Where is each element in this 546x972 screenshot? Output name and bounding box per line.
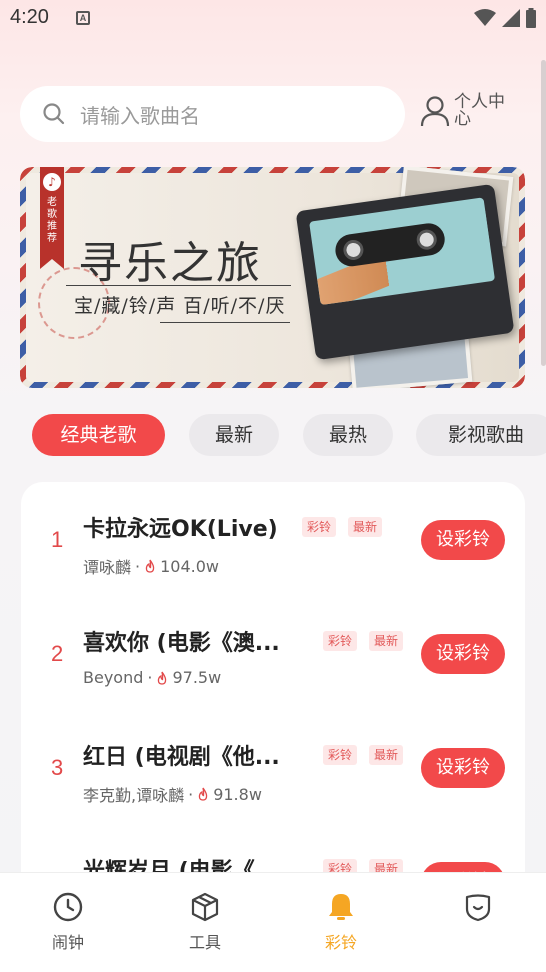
profile-button[interactable]: 个人中心 — [420, 94, 514, 128]
tab-classic-songs[interactable]: 经典老歌 — [32, 414, 165, 456]
status-icons — [474, 8, 536, 28]
set-ringtone-button[interactable]: 设彩铃 — [421, 634, 505, 674]
status-bar: 4:20 A — [0, 0, 546, 40]
ribbon-badge: ♪ 老歌推荐 — [40, 167, 64, 269]
song-meta: Beyond · 97.5w — [83, 668, 222, 687]
divider — [160, 322, 290, 323]
list-item[interactable]: 1 卡拉永远OK(Live) 彩铃 最新 谭咏麟 · 104.0w 设彩铃 — [21, 482, 525, 596]
battery-icon — [526, 8, 536, 28]
bottom-nav: 闹钟 工具 彩铃 — [0, 872, 546, 972]
song-title: 喜欢你 (电影《澳... — [83, 631, 280, 656]
tab-film-tv-songs[interactable]: 影视歌曲 — [416, 414, 546, 456]
nav-label: 工具 — [188, 933, 221, 952]
song-list: 1 卡拉永远OK(Live) 彩铃 最新 谭咏麟 · 104.0w 设彩铃 2 … — [21, 482, 525, 902]
play-count: 104.0w — [160, 556, 219, 576]
signal-icon — [502, 9, 520, 27]
nav-shield[interactable] — [433, 891, 523, 929]
nav-label: 闹钟 — [51, 933, 84, 952]
set-ringtone-button[interactable]: 设彩铃 — [421, 520, 505, 560]
status-notification-icon: A — [76, 11, 90, 25]
tag-new: 最新 — [369, 745, 404, 765]
song-title: 卡拉永远OK(Live) — [83, 517, 278, 542]
tag-ringtone: 彩铃 — [323, 631, 358, 651]
tab-latest[interactable]: 最新 — [189, 414, 279, 456]
user-icon — [420, 96, 450, 127]
artist-name: 李克勤,谭咏麟 — [83, 786, 185, 805]
clock-icon — [53, 892, 83, 922]
profile-label: 个人中心 — [454, 92, 505, 129]
tag-new: 最新 — [348, 517, 383, 537]
tab-hottest[interactable]: 最热 — [303, 414, 393, 456]
nav-label: 彩铃 — [324, 933, 357, 952]
search-icon — [43, 103, 65, 125]
play-count: 97.5w — [172, 668, 222, 687]
search-bar[interactable]: 请输入歌曲名 — [20, 86, 405, 142]
flame-icon — [198, 787, 208, 801]
artist-name: Beyond — [83, 668, 144, 687]
flame-icon — [145, 559, 155, 573]
box-icon — [191, 892, 219, 922]
cassette-tape-image — [295, 183, 515, 361]
nav-ringtone[interactable]: 彩铃 — [296, 891, 386, 953]
rank-number: 3 — [51, 755, 64, 780]
scroll-indicator[interactable] — [541, 60, 546, 366]
nav-alarm[interactable]: 闹钟 — [23, 891, 113, 953]
rank-number: 2 — [51, 641, 64, 666]
list-item[interactable]: 3 红日 (电视剧《他... 彩铃 最新 李克勤,谭咏麟 · 91.8w 设彩铃 — [21, 710, 525, 824]
play-count: 91.8w — [213, 784, 262, 804]
song-title: 红日 (电视剧《他... — [83, 745, 280, 770]
nav-tools[interactable]: 工具 — [160, 891, 250, 953]
divider — [66, 285, 291, 286]
tag-ringtone: 彩铃 — [302, 517, 337, 537]
shield-icon — [465, 894, 491, 922]
bell-icon — [329, 894, 353, 920]
banner-subtitle: 宝/藏/铃/声 百/听/不/厌 — [74, 295, 286, 317]
promo-banner[interactable]: ♪ 老歌推荐 寻乐之旅 宝/藏/铃/声 百/听/不/厌 — [20, 167, 525, 388]
ribbon-label: 老歌推荐 — [47, 197, 57, 244]
tag-new: 最新 — [369, 631, 404, 651]
set-ringtone-button[interactable]: 设彩铃 — [421, 748, 505, 788]
list-item[interactable]: 2 喜欢你 (电影《澳... 彩铃 最新 Beyond · 97.5w 设彩铃 — [21, 596, 525, 710]
tag-ringtone: 彩铃 — [323, 745, 358, 765]
banner-title: 寻乐之旅 — [78, 238, 262, 289]
artist-name: 谭咏麟 — [83, 558, 132, 577]
wifi-icon — [474, 9, 496, 26]
song-meta: 李克勤,谭咏麟 · 91.8w — [83, 782, 262, 806]
search-input[interactable]: 请输入歌曲名 — [80, 100, 200, 129]
status-time: 4:20 — [10, 6, 49, 28]
rank-number: 1 — [51, 527, 64, 552]
music-note-icon: ♪ — [43, 173, 61, 191]
song-meta: 谭咏麟 · 104.0w — [83, 554, 219, 578]
flame-icon — [158, 671, 167, 685]
